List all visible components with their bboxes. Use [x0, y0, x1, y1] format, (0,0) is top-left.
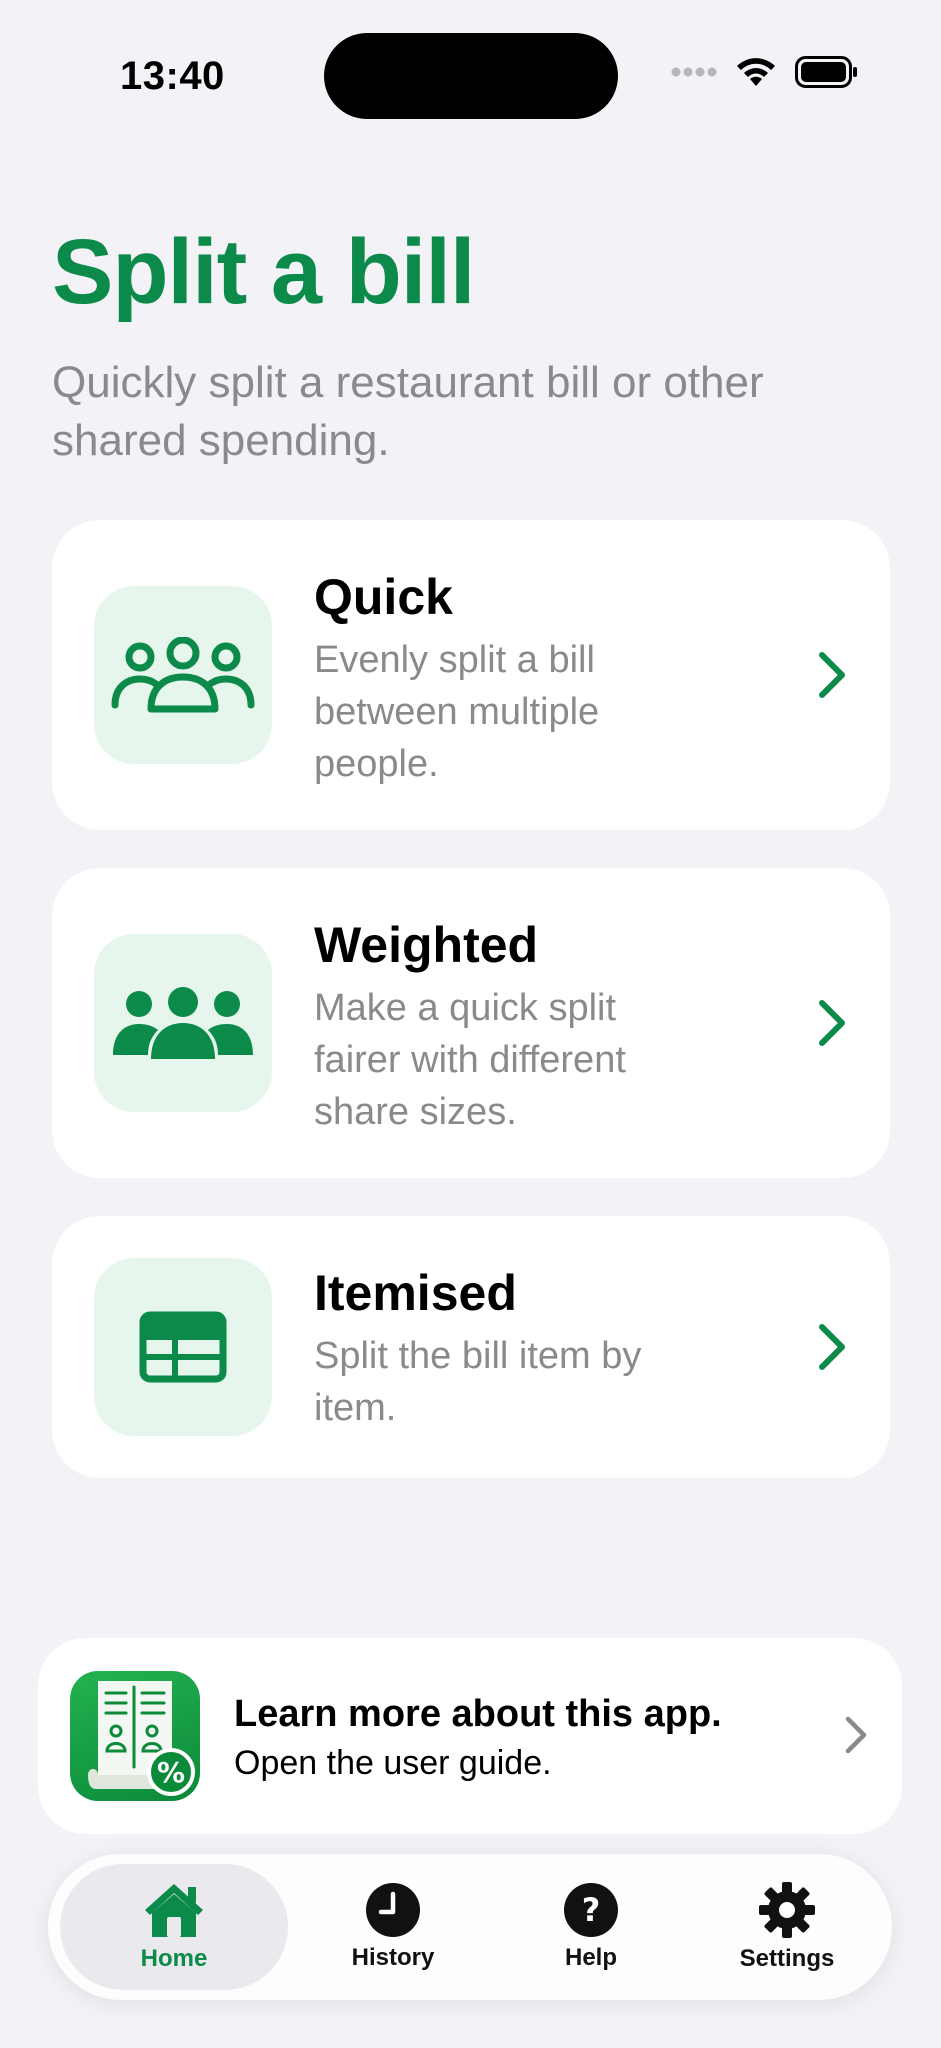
guide-text: Learn more about this app. Open the user… — [234, 1690, 722, 1786]
itemised-card-text: Itemised Split the bill item by item. — [314, 1262, 674, 1434]
quick-icon-tile — [94, 586, 272, 764]
people-filled-icon — [113, 987, 253, 1059]
user-guide-card[interactable]: % Learn more about this app. Open the us… — [38, 1638, 902, 1834]
dynamic-island — [324, 33, 618, 119]
guide-subtitle: Open the user guide. — [234, 1744, 552, 1782]
house-icon — [145, 1884, 203, 1937]
page-subtitle: Quickly split a restaurant bill or other… — [52, 358, 764, 465]
card-title: Itemised — [314, 1265, 517, 1321]
svg-text:?: ? — [582, 1891, 601, 1929]
gear-icon — [759, 1882, 815, 1938]
clock-icon — [366, 1883, 420, 1937]
wifi-icon — [737, 58, 775, 86]
card-title: Weighted — [314, 917, 539, 973]
svg-text:%: % — [157, 1756, 185, 1789]
chevron-right-icon — [819, 1324, 845, 1370]
card-description: Make a quick split fairer with different… — [314, 987, 626, 1133]
chevron-right-icon — [819, 652, 845, 698]
tab-bar: Home History ? Help Settings — [48, 1854, 892, 2000]
tab-label: Help — [564, 1944, 617, 1971]
chevron-right-icon — [845, 1716, 867, 1754]
tab-label: Home — [140, 1945, 208, 1972]
question-icon: ? — [564, 1883, 618, 1937]
card-description: Split the bill item by item. — [314, 1335, 642, 1429]
tab-label: Settings — [739, 1945, 835, 1972]
weighted-icon-tile — [94, 934, 272, 1112]
chevron-right-icon — [819, 1000, 845, 1046]
tab-history[interactable]: History — [294, 1864, 492, 1990]
quick-card-text: Quick Evenly split a bill between multip… — [314, 566, 674, 790]
tab-label: History — [351, 1944, 435, 1971]
table-icon — [139, 1311, 227, 1383]
people-outline-icon — [111, 637, 255, 713]
tab-home[interactable]: Home — [60, 1864, 288, 1990]
tab-help[interactable]: ? Help — [492, 1864, 690, 1990]
status-icons — [671, 56, 859, 88]
weighted-card-text: Weighted Make a quick split fairer with … — [314, 914, 674, 1138]
itemised-split-card[interactable]: Itemised Split the bill item by item. — [52, 1216, 890, 1478]
card-description: Evenly split a bill between multiple peo… — [314, 639, 600, 785]
battery-icon — [795, 56, 857, 88]
cellular-icon — [671, 67, 717, 77]
app-icon: % — [70, 1671, 200, 1801]
weighted-split-card[interactable]: Weighted Make a quick split fairer with … — [52, 868, 890, 1178]
guide-title: Learn more about this app. — [234, 1693, 722, 1735]
tab-settings[interactable]: Settings — [688, 1864, 886, 1990]
quick-split-card[interactable]: Quick Evenly split a bill between multip… — [52, 520, 890, 830]
page-title: Split a bill — [52, 221, 475, 323]
status-time: 13:40 — [120, 54, 225, 98]
itemised-icon-tile — [94, 1258, 272, 1436]
card-title: Quick — [314, 569, 453, 625]
